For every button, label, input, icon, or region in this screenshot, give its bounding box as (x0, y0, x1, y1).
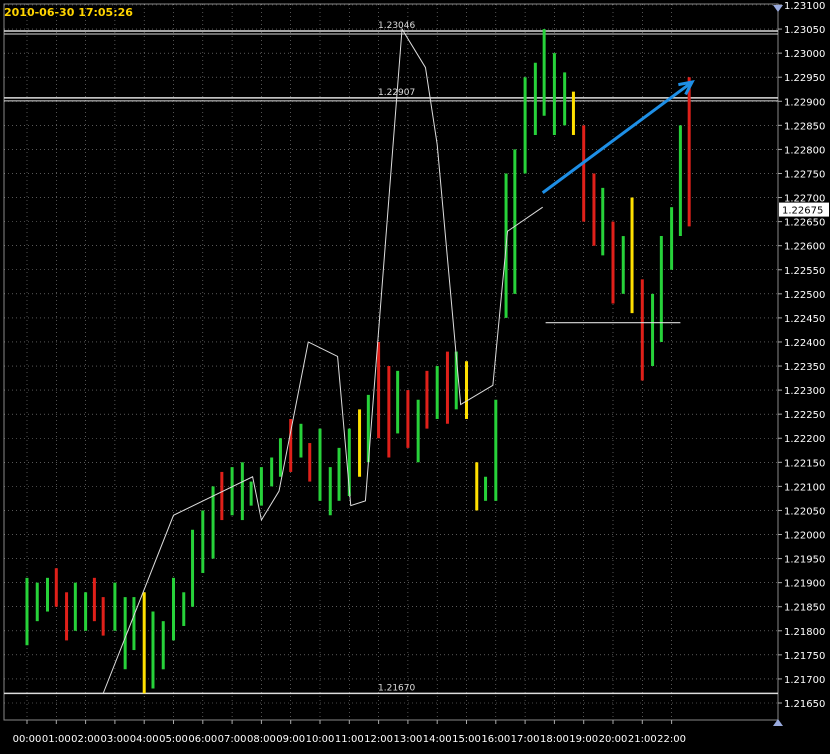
y-tick-label: 1.22900 (784, 97, 825, 108)
y-tick-label: 1.22100 (784, 482, 825, 493)
x-tick-label: 16:00 (481, 734, 510, 745)
y-tick-label: 1.22200 (784, 434, 825, 445)
y-tick-label: 1.21850 (784, 603, 825, 614)
zigzag-indicator (102, 27, 543, 694)
price-bars (25, 29, 691, 694)
zigzag-line (102, 27, 543, 694)
y-tick-label: 1.22050 (784, 506, 825, 517)
y-tick-label: 1.22500 (784, 290, 825, 301)
y-tick-label: 1.21900 (784, 579, 825, 590)
price-chart[interactable]: 1.230461.229071.21670 1.231001.230501.23… (0, 0, 830, 750)
x-tick-label: 10:00 (306, 734, 335, 745)
y-tick-label: 1.22250 (784, 410, 825, 421)
y-tick-label: 1.23050 (784, 25, 825, 36)
y-tick-label: 1.22550 (784, 266, 825, 277)
x-tick-label: 08:00 (247, 734, 276, 745)
y-axis: 1.23100 1.23050 1.23000 1.22950 1.22900 1.228… (773, 1, 829, 726)
y-tick-label: 1.22950 (784, 73, 825, 84)
x-tick-label: 02:00 (71, 734, 100, 745)
x-tick-label: 07:00 (218, 734, 247, 745)
y-tick-label: 1.21800 (784, 627, 825, 638)
grid (3, 3, 779, 721)
x-tick-label: 14:00 (423, 734, 452, 745)
timestamp-label: 2010-06-30 17:05:26 (4, 6, 133, 19)
x-tick-label: 20:00 (599, 734, 628, 745)
chart-root: 1.23046 1.22907 1.21670 1.23100 1.23050 1.23… (0, 0, 830, 750)
x-tick-label: 22:00 (657, 734, 686, 745)
y-tick-label: 1.21950 (784, 555, 825, 566)
y-tick-label: 1.21750 (784, 651, 825, 662)
y-tick-label: 1.22600 (784, 242, 825, 253)
scroll-up-icon (773, 5, 783, 12)
y-tick-label: 1.21650 (784, 699, 825, 710)
horizontal-levels: 1.230461.229071.21670 (4, 21, 778, 695)
y-tick-label: 1.22750 (784, 169, 825, 180)
x-tick-label: 15:00 (452, 734, 481, 745)
x-tick-label: 12:00 (364, 734, 393, 745)
x-tick-label: 03:00 (100, 734, 129, 745)
y-tick-label: 1.22350 (784, 362, 825, 373)
y-tick-label: 1.22850 (784, 121, 825, 132)
x-tick-label: 05:00 (159, 734, 188, 745)
current-price-label: 1.22675 (782, 206, 823, 217)
x-tick-label: 18:00 (540, 734, 569, 745)
y-tick-label: 1.22300 (784, 386, 825, 397)
x-tick-label: 01:00 (42, 734, 71, 745)
level-label: 1.23046 (378, 21, 415, 31)
x-tick-label: 21:00 (628, 734, 657, 745)
x-tick-label: 11:00 (335, 734, 364, 745)
level-label: 1.21670 (378, 683, 415, 693)
x-tick-label: 17:00 (511, 734, 540, 745)
y-tick-label: 1.23100 (784, 1, 825, 12)
x-tick-label: 06:00 (188, 734, 217, 745)
y-tick-label: 1.23000 (784, 49, 825, 60)
y-tick-label: 1.22400 (784, 338, 825, 349)
x-tick-label: 13:00 (393, 734, 422, 745)
y-tick-label: 1.22450 (784, 314, 825, 325)
x-tick-label: 00:00 (13, 734, 42, 745)
y-tick-label: 1.22650 (784, 218, 825, 229)
x-tick-label: 09:00 (276, 734, 305, 745)
x-axis: 00:00 01:00 02:00 03:00 04:00 05:00 06:00 07:00… (13, 720, 686, 745)
y-tick-label: 1.22800 (784, 145, 825, 156)
y-tick-label: 1.21700 (784, 675, 825, 686)
y-tick-label: 1.22150 (784, 458, 825, 469)
x-tick-label: 19:00 (569, 734, 598, 745)
y-tick-label: 1.22000 (784, 531, 825, 542)
plot-frame (3, 3, 779, 721)
x-tick-label: 04:00 (130, 734, 159, 745)
